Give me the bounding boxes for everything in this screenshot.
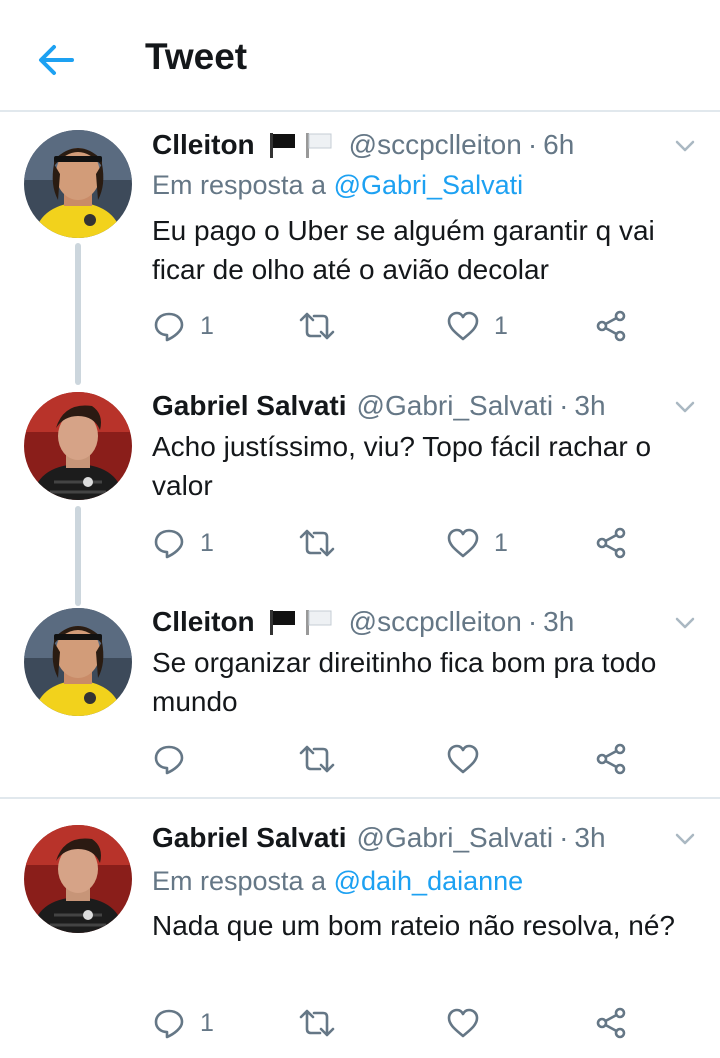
display-name[interactable]: Gabriel Salvati bbox=[152, 390, 347, 422]
chevron-down-icon[interactable] bbox=[672, 610, 698, 636]
tweet-actions: 1 bbox=[152, 1003, 672, 1043]
share-icon bbox=[596, 310, 626, 342]
reply-context: Em resposta a @daih_daianne bbox=[152, 866, 523, 897]
divider bbox=[0, 797, 720, 799]
tweet[interactable]: Gabriel Salvati @Gabri_Salvati · 3h Em r… bbox=[0, 818, 720, 1058]
heart-icon bbox=[447, 311, 479, 341]
separator-dot: · bbox=[559, 822, 569, 853]
retweet-button[interactable] bbox=[298, 306, 350, 346]
reply-button[interactable]: 1 bbox=[152, 306, 214, 346]
separator-dot: · bbox=[559, 390, 569, 421]
reply-button[interactable]: 1 bbox=[152, 1003, 214, 1043]
share-icon bbox=[596, 1007, 626, 1039]
white-flag-icon bbox=[305, 133, 332, 158]
black-flag-icon bbox=[269, 610, 295, 635]
like-button[interactable]: 1 bbox=[446, 306, 508, 346]
share-button[interactable] bbox=[594, 1003, 628, 1043]
retweet-icon bbox=[299, 745, 335, 773]
timestamp: 3h bbox=[574, 390, 606, 421]
reply-icon bbox=[154, 529, 184, 559]
tweet-header: Clleiton @sccpclleiton · 3h bbox=[152, 602, 672, 642]
back-button[interactable] bbox=[36, 40, 76, 80]
tweet[interactable]: Gabriel Salvati @Gabri_Salvati · 3h Acho… bbox=[0, 386, 720, 606]
page-title: Tweet bbox=[145, 36, 248, 77]
like-count: 1 bbox=[494, 311, 508, 340]
reply-icon bbox=[154, 1009, 184, 1039]
mention-link[interactable]: @daih_daianne bbox=[334, 866, 524, 896]
chevron-down-icon[interactable] bbox=[672, 133, 698, 159]
heart-icon bbox=[447, 1008, 479, 1038]
chevron-down-icon[interactable] bbox=[672, 826, 698, 852]
retweet-icon bbox=[299, 1009, 335, 1037]
reply-icon bbox=[154, 745, 184, 775]
tweet[interactable]: Clleiton @sccpclleiton · 3h Se organizar… bbox=[0, 602, 720, 797]
reply-prefix: Em resposta a bbox=[152, 170, 327, 200]
share-button[interactable] bbox=[594, 523, 628, 563]
tweet-header: Gabriel Salvati @Gabri_Salvati · 3h bbox=[152, 386, 672, 426]
display-name[interactable]: Clleiton bbox=[152, 606, 255, 638]
tweet-text: Se organizar direitinho fica bom pra tod… bbox=[152, 647, 657, 717]
separator-dot: · bbox=[527, 606, 538, 637]
user-handle[interactable]: @sccpclleiton bbox=[349, 606, 522, 638]
black-flag-icon bbox=[269, 133, 295, 158]
tweet-text: Nada que um bom rateio não resolva, né? bbox=[152, 910, 675, 941]
user-handle[interactable]: @sccpclleiton bbox=[349, 129, 522, 161]
reply-count: 1 bbox=[200, 311, 214, 340]
timestamp: 6h bbox=[543, 129, 575, 160]
timestamp: 3h bbox=[543, 606, 575, 637]
reply-context: Em resposta a @Gabri_Salvati bbox=[152, 170, 523, 201]
display-name[interactable]: Clleiton bbox=[152, 129, 255, 161]
separator-dot: · bbox=[527, 129, 538, 160]
timestamp: 3h bbox=[574, 822, 606, 853]
tweet-actions: 1 1 bbox=[152, 306, 672, 346]
display-name[interactable]: Gabriel Salvati bbox=[152, 822, 347, 854]
tweet-text: Acho justíssimo, viu? Topo fácil rachar … bbox=[152, 431, 652, 501]
flag-emojis bbox=[267, 131, 339, 159]
tweet-header: Clleiton @sccpclleiton · 6h bbox=[152, 125, 672, 165]
reply-count: 1 bbox=[200, 528, 214, 557]
retweet-button[interactable] bbox=[298, 523, 350, 563]
share-button[interactable] bbox=[594, 739, 628, 779]
share-icon bbox=[596, 527, 626, 559]
retweet-icon bbox=[299, 312, 335, 340]
chevron-down-icon[interactable] bbox=[672, 394, 698, 420]
user-handle[interactable]: @Gabri_Salvati bbox=[357, 822, 554, 854]
like-count: 1 bbox=[494, 528, 508, 557]
retweet-button[interactable] bbox=[298, 739, 350, 779]
avatar[interactable] bbox=[24, 392, 132, 500]
avatar[interactable] bbox=[24, 825, 132, 933]
heart-icon bbox=[447, 744, 479, 774]
reply-icon bbox=[154, 312, 184, 342]
like-button[interactable] bbox=[446, 1003, 494, 1043]
mention-link[interactable]: @Gabri_Salvati bbox=[334, 170, 524, 200]
tweet-text: Eu pago o Uber se alguém garantir q vai … bbox=[152, 215, 655, 285]
flag-emojis bbox=[267, 608, 339, 636]
heart-icon bbox=[447, 528, 479, 558]
thread-line bbox=[75, 243, 81, 385]
like-button[interactable] bbox=[446, 739, 494, 779]
reply-button[interactable] bbox=[152, 739, 200, 779]
tweet-actions bbox=[152, 739, 672, 779]
retweet-button[interactable] bbox=[298, 1003, 350, 1043]
white-flag-icon bbox=[305, 610, 332, 635]
tweet-actions: 1 1 bbox=[152, 523, 672, 563]
avatar[interactable] bbox=[24, 130, 132, 238]
reply-count: 1 bbox=[200, 1008, 214, 1037]
arrow-left-icon bbox=[39, 45, 74, 75]
avatar[interactable] bbox=[24, 608, 132, 716]
like-button[interactable]: 1 bbox=[446, 523, 508, 563]
retweet-icon bbox=[299, 529, 335, 557]
share-button[interactable] bbox=[594, 306, 628, 346]
share-icon bbox=[596, 743, 626, 775]
top-bar: Tweet bbox=[0, 0, 720, 112]
thread-line bbox=[75, 506, 81, 606]
user-handle[interactable]: @Gabri_Salvati bbox=[357, 390, 554, 422]
tweet-header: Gabriel Salvati @Gabri_Salvati · 3h bbox=[152, 818, 672, 858]
reply-button[interactable]: 1 bbox=[152, 523, 214, 563]
reply-prefix: Em resposta a bbox=[152, 866, 327, 896]
tweet[interactable]: Clleiton @sccpclleiton · 6h Em resposta … bbox=[0, 125, 720, 385]
